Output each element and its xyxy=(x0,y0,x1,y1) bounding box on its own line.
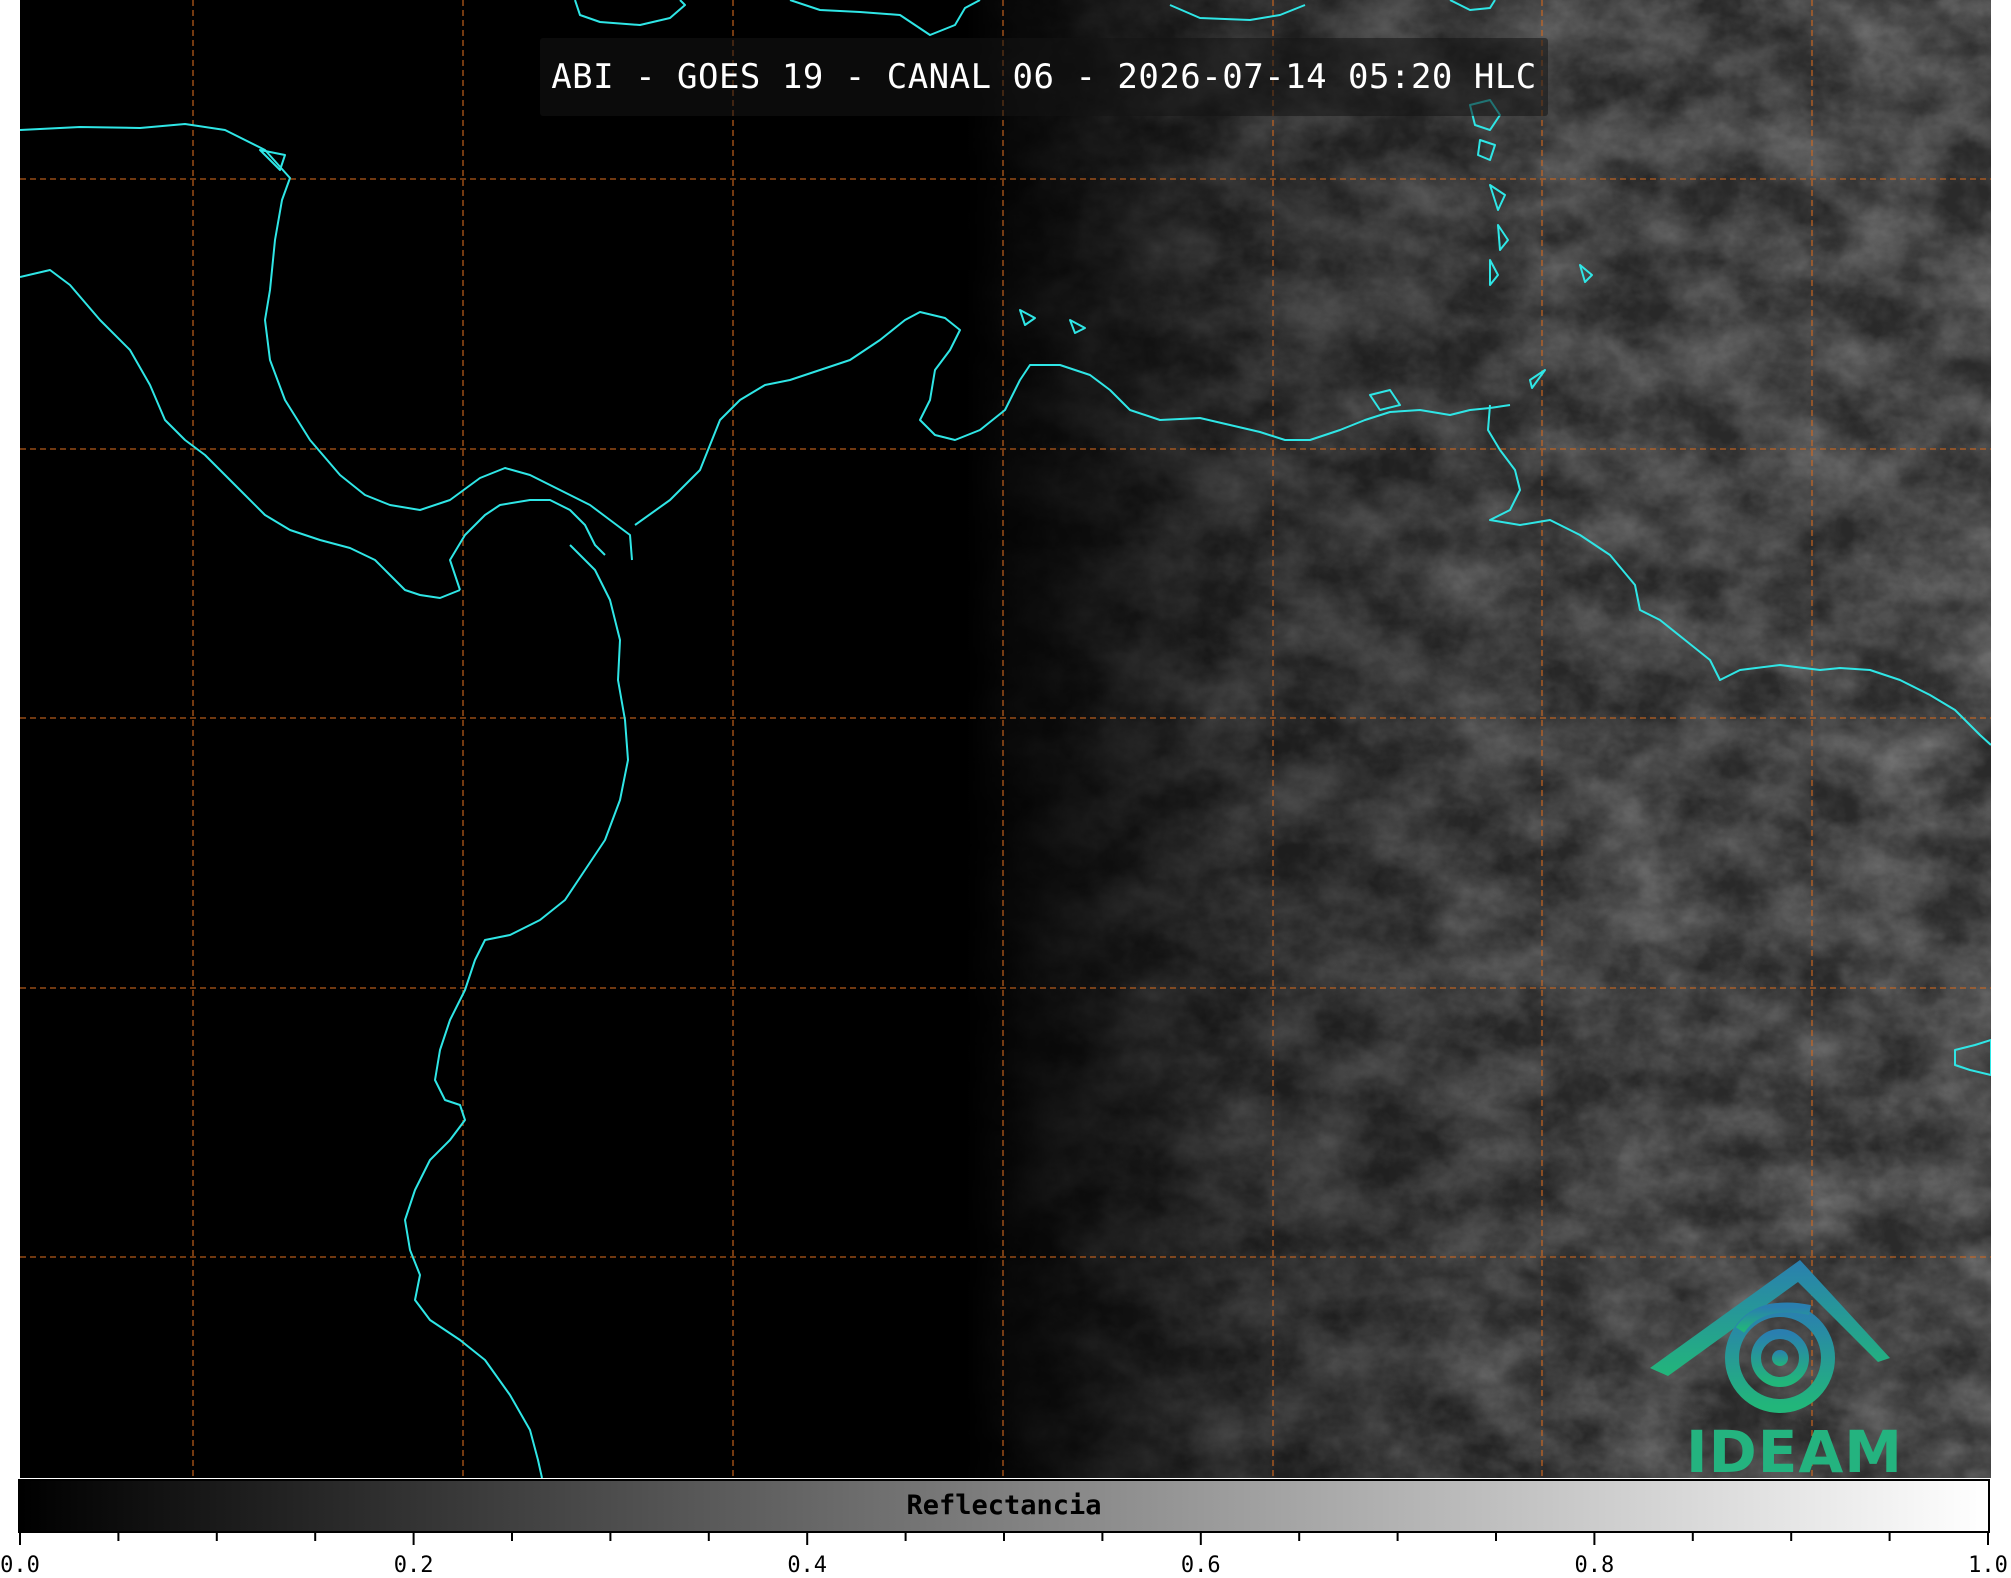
colorbar-tick-label: 0.8 xyxy=(1574,1553,1615,1578)
ideam-logo-text: IDEAM xyxy=(1686,1418,1903,1486)
colorbar-tick-label: 0.2 xyxy=(393,1553,434,1578)
colorbar-tick-label: 0.4 xyxy=(787,1553,828,1578)
title-box: ABI - GOES 19 - CANAL 06 - 2026-07-14 05… xyxy=(540,38,1548,116)
colorbar-ticks xyxy=(19,1533,1989,1545)
image-title: ABI - GOES 19 - CANAL 06 - 2026-07-14 05… xyxy=(551,57,1537,97)
colorbar-label: Reflectancia xyxy=(906,1490,1102,1521)
colorbar-tick-label: 1.0 xyxy=(1968,1553,2008,1578)
colorbar-tick-label: 0.6 xyxy=(1180,1553,1221,1578)
colorbar-tick-label: 0.0 xyxy=(0,1553,40,1578)
reflectance-colorbar: Reflectancia xyxy=(18,1479,1990,1533)
